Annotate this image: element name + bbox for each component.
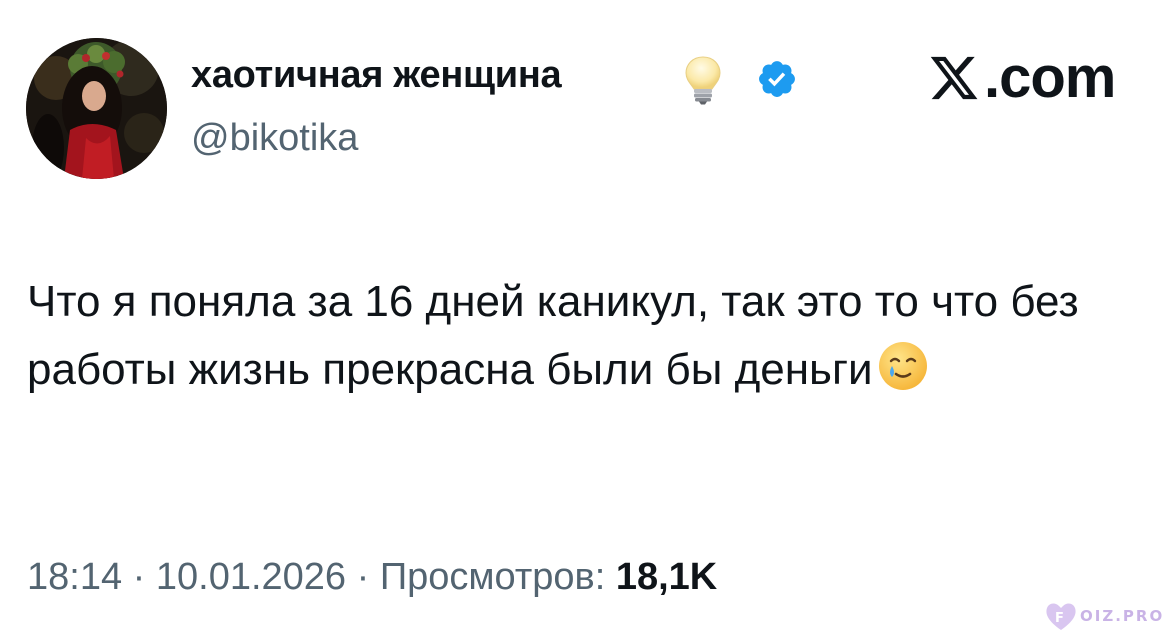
brand-logo: .com xyxy=(928,45,1116,110)
avatar[interactable] xyxy=(26,38,167,179)
tweet-text: Что я поняла за 16 дней каникул, так это… xyxy=(27,268,1147,404)
light-bulb-icon xyxy=(685,56,721,105)
tweet-card: хаотичная женщина @bikotika .com Что я п… xyxy=(0,0,1170,640)
brand-domain: .com xyxy=(984,45,1116,110)
views-count: 18,1K xyxy=(615,556,718,598)
watermark-text: OIZ.PRO xyxy=(1080,607,1165,625)
author-handle[interactable]: @bikotika xyxy=(191,117,358,160)
svg-text:F: F xyxy=(1055,611,1064,626)
smiling-face-with-tear-emoji xyxy=(878,342,927,391)
author-display-name[interactable]: хаотичная женщина xyxy=(191,54,562,97)
x-logo-icon xyxy=(930,56,978,100)
meta-separator: · xyxy=(132,556,146,598)
profile-photo xyxy=(26,38,167,179)
meta-separator: · xyxy=(356,556,370,598)
tweet-meta: 18:14 · 10.01.2026 · Просмотров: 18,1K xyxy=(27,556,717,599)
views-label: Просмотров: xyxy=(379,556,606,598)
verified-badge-icon[interactable] xyxy=(756,58,798,100)
tweet-date[interactable]: 10.01.2026 xyxy=(156,556,346,598)
heart-logo-icon: F xyxy=(1046,603,1076,630)
tweet-time[interactable]: 18:14 xyxy=(27,556,122,598)
watermark: F OIZ.PRO xyxy=(1044,599,1164,633)
